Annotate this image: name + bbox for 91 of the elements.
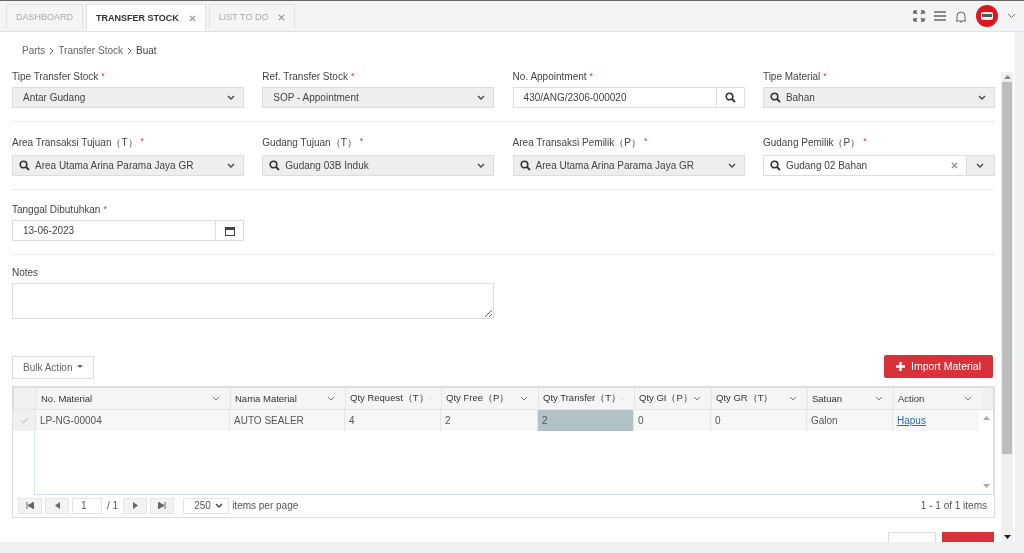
table-cell[interactable]: 2	[537, 410, 633, 431]
column-header[interactable]: No. Material	[36, 388, 230, 409]
page-total: / 1	[106, 500, 120, 512]
search-icon	[19, 160, 30, 172]
required-mark: *	[140, 136, 145, 147]
table-cell: LP-NG-00004	[35, 410, 229, 431]
column-header[interactable]: Satuan	[807, 388, 893, 409]
table-cell: Galon	[806, 410, 892, 431]
menu-icon[interactable]	[934, 11, 946, 21]
column-header[interactable]: Qty Transfer（T）	[538, 388, 634, 409]
search-icon	[769, 160, 781, 172]
scroll-up-icon[interactable]	[982, 416, 990, 420]
per-page-label: items per page	[232, 500, 299, 512]
breadcrumb-item: Buat	[136, 45, 157, 57]
search-icon	[724, 92, 736, 104]
last-page-button[interactable]	[150, 498, 175, 514]
import-material-button[interactable]: Import Material	[883, 355, 993, 378]
bulk-action-button[interactable]: Bulk Action	[12, 356, 95, 379]
scrollbar[interactable]	[1001, 72, 1013, 542]
field-label: Tipe Material	[762, 71, 821, 83]
table-cell: AUTO SEALER	[229, 410, 344, 431]
last-page-icon	[158, 502, 167, 510]
input-field[interactable]: 430/ANG/2306-000020	[512, 87, 745, 109]
column-header[interactable]: Qty Free（P）	[441, 388, 538, 409]
dropdown-button[interactable]	[965, 156, 994, 176]
close-icon[interactable]	[278, 13, 286, 21]
date-field[interactable]: 13-06-2023	[12, 220, 244, 242]
caret-icon[interactable]	[1007, 13, 1016, 19]
column-header[interactable]: Qty Request（T）	[345, 388, 441, 409]
select-field[interactable]: Area Utama Arina Parama Jaya GR	[512, 155, 745, 177]
search-icon	[269, 160, 281, 172]
required-mark: *	[643, 136, 648, 147]
first-page-icon	[26, 502, 34, 510]
field-label: Ref. Transfer Stock	[262, 71, 348, 83]
pager-summary: 1 - 1 of 1 items	[920, 500, 988, 512]
select-field[interactable]: Gudang 03B Induk	[262, 155, 495, 177]
calendar-icon	[224, 225, 235, 236]
search-icon	[769, 92, 781, 104]
notes-field[interactable]	[12, 283, 494, 319]
select-field[interactable]: Antar Gudang	[12, 87, 244, 109]
required-mark: *	[589, 71, 594, 82]
field-label: Area Transaksi Tujuan（T）	[12, 136, 138, 151]
field-label: Tipe Transfer Stock	[12, 71, 99, 83]
scroll-down-icon[interactable]	[1003, 535, 1011, 539]
delete-link[interactable]: Hapus	[897, 415, 926, 426]
breadcrumb-item[interactable]: Transfer Stock	[58, 45, 123, 57]
close-icon[interactable]	[188, 14, 196, 22]
select-field[interactable]: Area Utama Arina Parama Jaya GR	[12, 155, 244, 177]
page-input[interactable]: 1	[72, 498, 102, 514]
table-row[interactable]: LP-NG-00004 AUTO SEALER 4 2 2 0 0 Galon Hapus	[13, 410, 979, 431]
tab[interactable]: TRANSFER STOCK	[86, 4, 206, 31]
field-label: Gudang Tujuan（T）	[262, 136, 357, 151]
clear-icon[interactable]	[950, 162, 958, 170]
caret-icon	[77, 365, 84, 370]
field-label: Gudang Pemilik（P）	[762, 136, 861, 151]
breadcrumb-item[interactable]: Parts	[22, 45, 46, 57]
select-field[interactable]: Bahan	[762, 87, 995, 109]
chevron-icon	[49, 46, 55, 55]
column-header[interactable]: Nama Material	[230, 388, 345, 409]
row-checkbox[interactable]	[13, 410, 35, 431]
required-mark: *	[359, 136, 364, 147]
scroll-up-icon[interactable]	[1003, 75, 1011, 79]
select-field[interactable]: Gudang 02 Bahan	[762, 155, 995, 177]
check-icon	[19, 417, 29, 424]
field-label: No. Appointment	[512, 71, 587, 83]
required-mark: *	[350, 71, 355, 82]
previous-page-button[interactable]	[45, 498, 69, 514]
right-triangle-icon	[132, 502, 138, 510]
required-mark: *	[863, 136, 867, 147]
required-mark: *	[101, 71, 105, 82]
first-page-button[interactable]	[18, 498, 42, 514]
field-label: Notes	[12, 267, 40, 278]
chevron-icon	[127, 46, 132, 55]
plus-icon	[895, 362, 905, 371]
column-header[interactable]: Qty GI（P）	[634, 388, 711, 409]
left-triangle-icon	[54, 502, 60, 510]
field-label: Area Transaksi Pemilik（P）	[512, 136, 641, 151]
field-label: Tanggal Dibutuhkan	[12, 204, 101, 216]
required-mark: *	[823, 71, 827, 82]
bell-icon[interactable]	[955, 9, 967, 23]
select-field[interactable]: SOP - Appointment	[262, 87, 495, 109]
column-header[interactable]: Qty GR（T）	[711, 388, 807, 409]
page-size-select[interactable]: 250	[183, 498, 230, 514]
next-page-button[interactable]	[123, 498, 148, 514]
table-cell: 0	[633, 410, 710, 431]
table-cell: 4	[344, 410, 440, 431]
required-mark: *	[103, 204, 107, 215]
search-icon	[519, 160, 531, 172]
fullscreen-icon[interactable]	[913, 10, 925, 22]
avatar-icon[interactable]	[976, 5, 998, 27]
table-cell: 0	[710, 410, 806, 431]
